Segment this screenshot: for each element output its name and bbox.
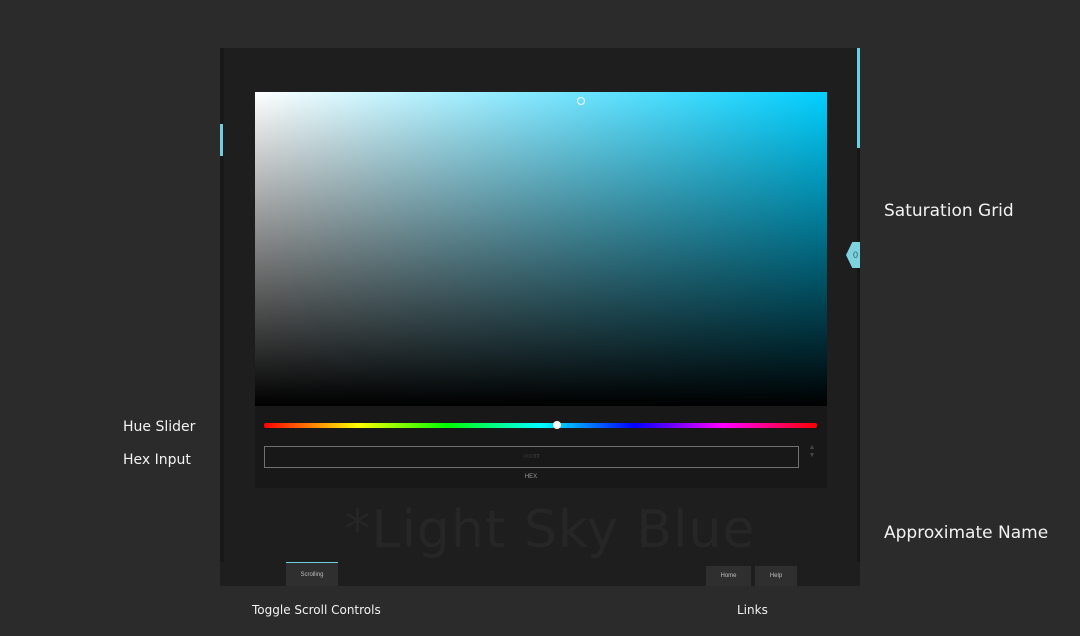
toggle-scroll-controls-annotation: Toggle Scroll Controls: [252, 603, 381, 617]
chevron-up-icon[interactable]: ▲: [808, 444, 816, 452]
approximate-name-annotation: Approximate Name: [884, 523, 1049, 543]
hue-slider-annotation: Hue Slider: [123, 419, 196, 435]
scrolling-toggle-button[interactable]: Scrolling: [286, 562, 338, 586]
hex-stepper[interactable]: ▲ ▼: [808, 444, 816, 460]
links-annotation: Links: [737, 603, 768, 617]
saturation-handle[interactable]: [577, 97, 585, 105]
left-scrollbar-thumb[interactable]: [220, 124, 223, 156]
saturation-grid[interactable]: [255, 92, 827, 406]
right-scrollbar-thumb[interactable]: [857, 48, 860, 148]
approximate-color-name: *Light Sky Blue: [344, 500, 756, 560]
help-link-button[interactable]: Help: [755, 566, 797, 586]
hex-label: HEX: [524, 474, 538, 480]
picker-card: ▲ ▼ HEX: [255, 92, 827, 488]
chevron-down-icon[interactable]: ▼: [808, 452, 816, 460]
hex-input-annotation: Hex Input: [123, 452, 191, 468]
hue-slider[interactable]: [264, 423, 817, 428]
home-link-button[interactable]: Home: [706, 566, 751, 586]
saturation-grid-annotation: Saturation Grid: [884, 201, 1014, 221]
side-tab-label: 0: [852, 250, 858, 260]
bottom-bar: Scrolling Home Help: [220, 562, 860, 586]
side-tab-handle[interactable]: 0: [846, 242, 860, 268]
color-picker-panel: 0 ▲ ▼ HEX *Light Sky Blue Scrolling Home…: [220, 48, 860, 586]
hex-input[interactable]: [264, 446, 799, 468]
